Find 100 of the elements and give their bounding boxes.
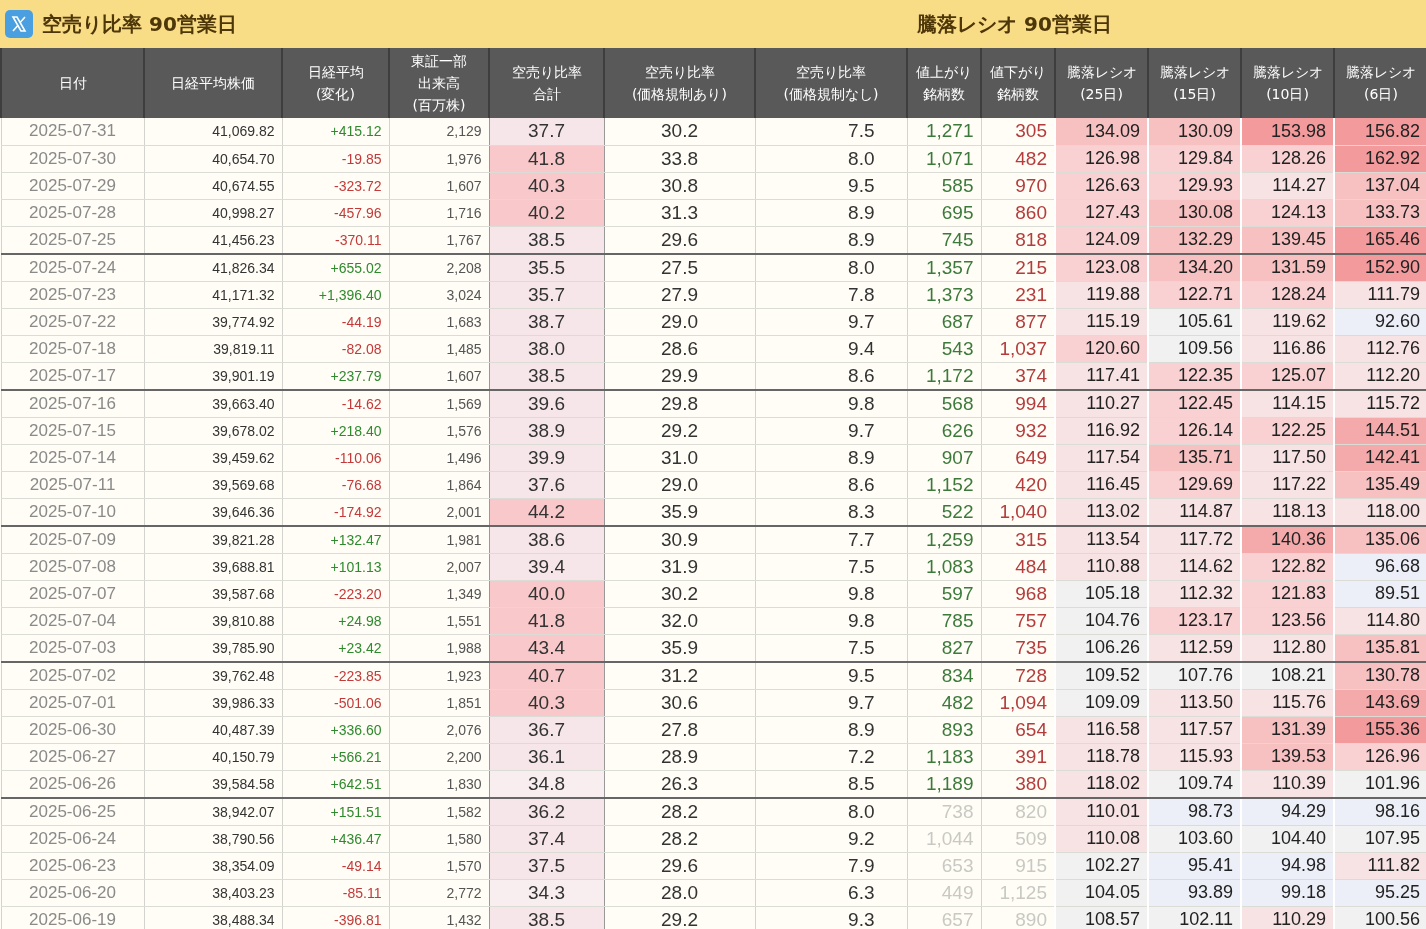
table-cell: 7.5 bbox=[755, 118, 907, 145]
table-cell: 35.5 bbox=[489, 253, 604, 281]
table-cell: 28.2 bbox=[604, 797, 755, 825]
table-cell: 118.78 bbox=[1055, 743, 1148, 770]
table-cell: +24.98 bbox=[282, 607, 389, 634]
table-cell: +218.40 bbox=[282, 417, 389, 444]
table-cell: 112.80 bbox=[1241, 634, 1334, 662]
table-cell: 41.8 bbox=[489, 607, 604, 634]
table-cell: 37.5 bbox=[489, 852, 604, 879]
table-cell: 27.8 bbox=[604, 716, 755, 743]
table-cell: 153.98 bbox=[1241, 118, 1334, 145]
table-cell: 38.5 bbox=[489, 226, 604, 254]
table-cell: 8.9 bbox=[755, 226, 907, 254]
table-cell: 1,172 bbox=[907, 362, 981, 390]
table-cell: 122.71 bbox=[1148, 281, 1241, 308]
table-cell: 39.4 bbox=[489, 553, 604, 580]
table-cell: 39,646.36 bbox=[144, 498, 282, 526]
table-cell: -49.14 bbox=[282, 852, 389, 879]
table-cell: 152.90 bbox=[1334, 253, 1426, 281]
table-cell: +23.42 bbox=[282, 634, 389, 662]
table-cell: 39,810.88 bbox=[144, 607, 282, 634]
table-cell: 36.2 bbox=[489, 797, 604, 825]
table-cell: 135.81 bbox=[1334, 634, 1426, 662]
table-cell: 9.4 bbox=[755, 335, 907, 362]
table-cell: 39.6 bbox=[489, 389, 604, 417]
table-cell: 118.13 bbox=[1241, 498, 1334, 526]
x-logo-icon[interactable] bbox=[5, 10, 33, 38]
table-cell: 122.82 bbox=[1241, 553, 1334, 580]
table-cell: 95.25 bbox=[1334, 879, 1426, 906]
table-cell: 156.82 bbox=[1334, 118, 1426, 145]
table-cell: 2025-07-30 bbox=[1, 145, 144, 172]
table-cell: 123.56 bbox=[1241, 607, 1334, 634]
table-cell: 27.9 bbox=[604, 281, 755, 308]
table-cell: 95.41 bbox=[1148, 852, 1241, 879]
table-cell: 38,403.23 bbox=[144, 879, 282, 906]
table-cell: 39,584.58 bbox=[144, 770, 282, 798]
table-cell: 29.9 bbox=[604, 362, 755, 390]
table-cell: 39,762.48 bbox=[144, 661, 282, 689]
table-cell: -14.62 bbox=[282, 389, 389, 417]
table-cell: -457.96 bbox=[282, 199, 389, 226]
table-cell: 117.54 bbox=[1055, 444, 1148, 471]
table-cell: 123.17 bbox=[1148, 607, 1241, 634]
table-cell: 2025-07-08 bbox=[1, 553, 144, 580]
table-cell: 139.45 bbox=[1241, 226, 1334, 254]
table-cell: 38,790.56 bbox=[144, 825, 282, 852]
table-cell: 122.35 bbox=[1148, 362, 1241, 390]
table-cell: 41,069.82 bbox=[144, 118, 282, 145]
table-cell: 130.78 bbox=[1334, 661, 1426, 689]
table-cell: 30.8 bbox=[604, 172, 755, 199]
table-cell: 745 bbox=[907, 226, 981, 254]
table-cell: 38,354.09 bbox=[144, 852, 282, 879]
table-cell: 39.9 bbox=[489, 444, 604, 471]
table-cell: 39,587.68 bbox=[144, 580, 282, 607]
table-cell: 38.0 bbox=[489, 335, 604, 362]
table-cell: 100.56 bbox=[1334, 906, 1426, 929]
table-cell: 110.01 bbox=[1055, 797, 1148, 825]
table-cell: 105.61 bbox=[1148, 308, 1241, 335]
table-cell: 116.92 bbox=[1055, 417, 1148, 444]
table-cell: 2025-07-14 bbox=[1, 444, 144, 471]
table-cell: 9.5 bbox=[755, 661, 907, 689]
table-cell: 31.9 bbox=[604, 553, 755, 580]
table-cell: 127.43 bbox=[1055, 199, 1148, 226]
table-cell: 40,654.70 bbox=[144, 145, 282, 172]
table-cell: 126.98 bbox=[1055, 145, 1148, 172]
table-cell: 39,688.81 bbox=[144, 553, 282, 580]
table-cell: 108.21 bbox=[1241, 661, 1334, 689]
table-cell: 125.07 bbox=[1241, 362, 1334, 390]
table-cell: 126.96 bbox=[1334, 743, 1426, 770]
table-cell: 93.89 bbox=[1148, 879, 1241, 906]
table-cell: 40.0 bbox=[489, 580, 604, 607]
table-cell: 37.7 bbox=[489, 118, 604, 145]
table-cell: 122.25 bbox=[1241, 417, 1334, 444]
table-cell: 543 bbox=[907, 335, 981, 362]
table-cell: 39,663.40 bbox=[144, 389, 282, 417]
table-cell: 107.95 bbox=[1334, 825, 1426, 852]
table-cell: 129.69 bbox=[1148, 471, 1241, 498]
table-cell: 7.8 bbox=[755, 281, 907, 308]
table-cell: 28.0 bbox=[604, 879, 755, 906]
table-cell: 2025-06-23 bbox=[1, 852, 144, 879]
table-cell: 695 bbox=[907, 199, 981, 226]
table-cell: 40,674.55 bbox=[144, 172, 282, 199]
table-cell: 1,357 bbox=[907, 253, 981, 281]
table-cell: 104.76 bbox=[1055, 607, 1148, 634]
column-header: 日経平均株価 bbox=[144, 48, 282, 118]
table-cell: 2025-06-25 bbox=[1, 797, 144, 825]
table-cell: 8.0 bbox=[755, 797, 907, 825]
table-cell: 2025-06-30 bbox=[1, 716, 144, 743]
table-cell: 38.5 bbox=[489, 362, 604, 390]
table-cell: -110.06 bbox=[282, 444, 389, 471]
table-cell: -223.85 bbox=[282, 661, 389, 689]
table-cell: 105.18 bbox=[1055, 580, 1148, 607]
table-cell: 2025-06-19 bbox=[1, 906, 144, 929]
column-header: 値下がり 銘柄数 bbox=[981, 48, 1055, 118]
table-cell: 7.5 bbox=[755, 553, 907, 580]
table-cell: 30.2 bbox=[604, 118, 755, 145]
table-cell: 8.6 bbox=[755, 471, 907, 498]
table-cell: -85.11 bbox=[282, 879, 389, 906]
table-cell: 585 bbox=[907, 172, 981, 199]
table-cell: 40.3 bbox=[489, 172, 604, 199]
table-cell: 114.80 bbox=[1334, 607, 1426, 634]
